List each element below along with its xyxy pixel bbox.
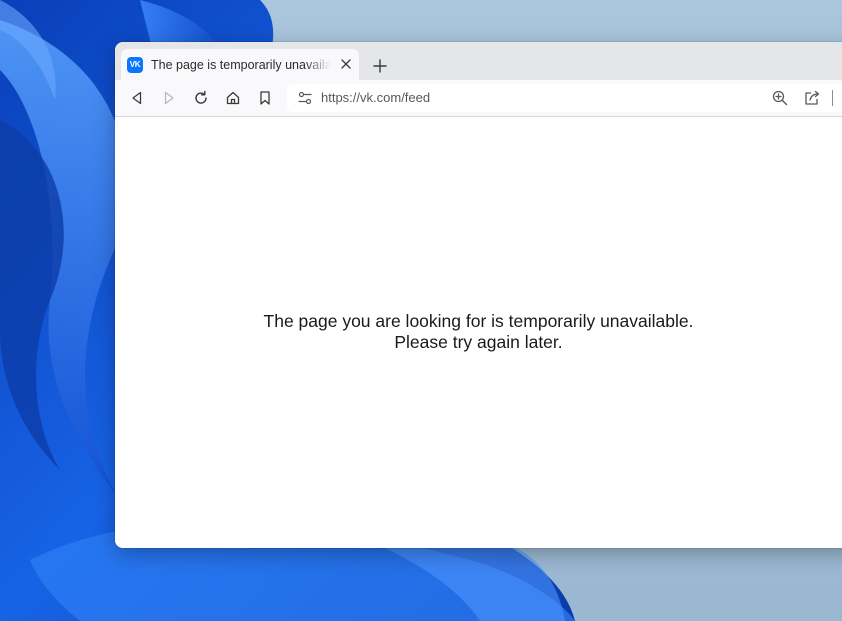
error-message-line-2: Please try again later. [394,332,563,352]
zoom-in-icon[interactable] [771,89,789,107]
navigation-toolbar: https://vk.com/feed [115,80,842,117]
tab-active[interactable]: VK The page is temporarily unavailable [121,49,359,80]
tab-title: The page is temporarily unavailable [151,57,331,72]
page-content: The page you are looking for is temporar… [115,117,842,548]
site-settings-icon[interactable] [297,90,313,106]
address-bar[interactable]: https://vk.com/feed [287,84,842,112]
home-icon[interactable] [223,88,243,108]
reload-icon[interactable] [191,88,211,108]
toolbar-divider [832,90,833,106]
close-icon[interactable] [339,57,353,71]
share-icon[interactable] [803,89,821,107]
tab-strip: VK The page is temporarily unavailable [115,42,842,80]
plus-icon[interactable] [370,56,390,76]
error-message-line-1: The page you are looking for is temporar… [263,311,694,331]
forward-arrow-icon[interactable] [159,88,179,108]
bookmark-icon[interactable] [255,88,275,108]
error-message: The page you are looking for is temporar… [115,311,842,353]
vk-favicon-icon: VK [127,56,143,73]
browser-window: VK The page is temporarily unavailable h… [115,42,842,548]
back-arrow-icon[interactable] [127,88,147,108]
url-text[interactable]: https://vk.com/feed [321,90,430,105]
